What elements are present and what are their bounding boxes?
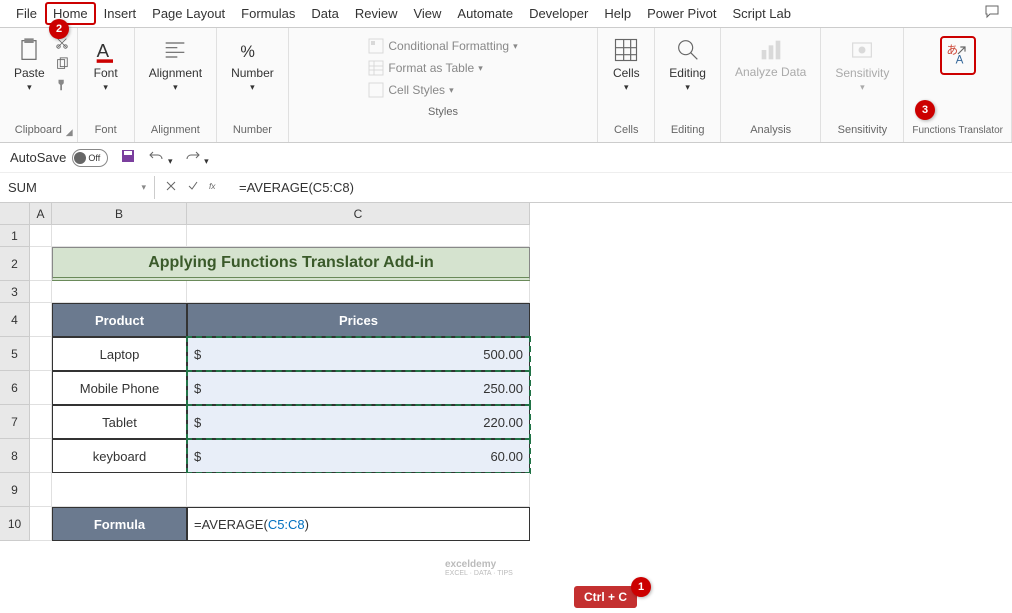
worksheet: 1 2 3 4 5 6 7 8 9 10 A B C Applying Func…	[0, 203, 1012, 541]
undo-icon[interactable]: ▾	[148, 148, 172, 167]
analyze-data-button[interactable]: Analyze Data	[729, 32, 812, 83]
svg-text:%: %	[241, 43, 256, 61]
tab-page-layout[interactable]: Page Layout	[144, 2, 233, 25]
group-cells: Cells ▾ Cells	[598, 28, 655, 142]
cell-price[interactable]: $250.00	[187, 371, 530, 405]
formula-input[interactable]: =AVERAGE(C5:C8)	[231, 176, 1012, 199]
row-header[interactable]: 3	[0, 281, 30, 303]
tab-file[interactable]: File	[8, 2, 45, 25]
format-painter-icon[interactable]	[55, 78, 69, 95]
svg-text:fx: fx	[209, 182, 216, 191]
row-header[interactable]: 2	[0, 247, 30, 281]
callout-2: 2	[49, 19, 69, 39]
autosave-toggle[interactable]: AutoSave Off	[10, 149, 108, 167]
row-header[interactable]: 1	[0, 225, 30, 247]
tab-review[interactable]: Review	[347, 2, 406, 25]
group-styles: Conditional Formatting ▾ Format as Table…	[289, 28, 599, 142]
row-header[interactable]: 10	[0, 507, 30, 541]
group-number: % Number ▾ Number	[217, 28, 289, 142]
cell-product[interactable]: Tablet	[52, 405, 187, 439]
group-analysis: Analyze Data Analysis	[721, 28, 821, 142]
tab-view[interactable]: View	[405, 2, 449, 25]
col-header[interactable]: A	[30, 203, 52, 225]
save-icon[interactable]	[120, 148, 136, 167]
format-as-table-button[interactable]: Format as Table ▾	[366, 58, 519, 78]
tab-insert[interactable]: Insert	[96, 2, 145, 25]
cancel-icon[interactable]	[165, 180, 177, 195]
group-font: A Font ▾ Font	[78, 28, 135, 142]
ctrl-c-badge: Ctrl + C	[574, 586, 637, 608]
row-header[interactable]: 8	[0, 439, 30, 473]
enter-icon[interactable]	[187, 180, 199, 195]
functions-translator-button[interactable]: あA	[934, 32, 982, 79]
cell-product[interactable]: keyboard	[52, 439, 187, 473]
alignment-button[interactable]: Alignment ▾	[143, 32, 208, 97]
ribbon-tabstrip: File Home Insert Page Layout Formulas Da…	[0, 0, 1012, 28]
group-functions-translator: あA Functions Translator	[904, 28, 1012, 142]
callout-3: 3	[915, 100, 935, 120]
row-header[interactable]: 5	[0, 337, 30, 371]
editing-button[interactable]: Editing ▾	[663, 32, 712, 97]
col-header[interactable]: C	[187, 203, 530, 225]
name-box[interactable]: SUM ▾	[0, 176, 155, 199]
group-clipboard: Paste ▾ Clipboard ◢	[0, 28, 78, 142]
conditional-formatting-button[interactable]: Conditional Formatting ▾	[366, 36, 519, 56]
clipboard-launcher[interactable]: ◢	[66, 127, 73, 138]
copy-icon[interactable]	[55, 57, 69, 74]
group-editing: Editing ▾ Editing	[655, 28, 721, 142]
sensitivity-button[interactable]: Sensitivity ▾	[829, 32, 895, 97]
paste-button[interactable]: Paste ▾	[8, 32, 51, 97]
cell-product[interactable]: Laptop	[52, 337, 187, 371]
tab-developer[interactable]: Developer	[521, 2, 596, 25]
svg-text:A: A	[955, 53, 963, 66]
font-button[interactable]: A Font ▾	[86, 32, 126, 97]
row-header[interactable]: 4	[0, 303, 30, 337]
quick-access-toolbar: AutoSave Off ▾ ▾	[0, 143, 1012, 173]
group-alignment: Alignment ▾ Alignment	[135, 28, 217, 142]
svg-text:A: A	[96, 40, 109, 61]
callout-1: 1	[631, 577, 651, 597]
tab-automate[interactable]: Automate	[449, 2, 521, 25]
number-button[interactable]: % Number ▾	[225, 32, 280, 97]
select-all-corner[interactable]	[0, 203, 30, 225]
col-header[interactable]: B	[52, 203, 187, 225]
header-prices[interactable]: Prices	[187, 303, 530, 337]
formula-cell[interactable]: =AVERAGE(C5:C8)	[187, 507, 530, 541]
title-cell[interactable]: Applying Functions Translator Add-in	[52, 247, 530, 281]
fx-icon[interactable]: fx	[209, 180, 221, 195]
cell-price[interactable]: $60.00	[187, 439, 530, 473]
row-header[interactable]: 9	[0, 473, 30, 507]
tab-formulas[interactable]: Formulas	[233, 2, 303, 25]
cell-styles-button[interactable]: Cell Styles ▾	[366, 80, 519, 100]
tab-power-pivot[interactable]: Power Pivot	[639, 2, 724, 25]
redo-icon[interactable]: ▾	[185, 148, 209, 167]
watermark: exceldemy EXCEL · DATA · TIPS	[445, 559, 513, 577]
cell-product[interactable]: Mobile Phone	[52, 371, 187, 405]
tab-help[interactable]: Help	[596, 2, 639, 25]
formula-label[interactable]: Formula	[52, 507, 187, 541]
cell-price[interactable]: $220.00	[187, 405, 530, 439]
ribbon: Paste ▾ Clipboard ◢ A Font ▾ Font Al	[0, 28, 1012, 143]
group-sensitivity: Sensitivity ▾ Sensitivity	[821, 28, 904, 142]
row-header[interactable]: 6	[0, 371, 30, 405]
tab-data[interactable]: Data	[303, 2, 346, 25]
comments-icon[interactable]	[980, 0, 1004, 27]
formula-bar: SUM ▾ fx =AVERAGE(C5:C8)	[0, 173, 1012, 203]
cell-price[interactable]: $500.00	[187, 337, 530, 371]
header-product[interactable]: Product	[52, 303, 187, 337]
row-header[interactable]: 7	[0, 405, 30, 439]
tab-script-lab[interactable]: Script Lab	[724, 2, 799, 25]
cells-button[interactable]: Cells ▾	[606, 32, 646, 97]
